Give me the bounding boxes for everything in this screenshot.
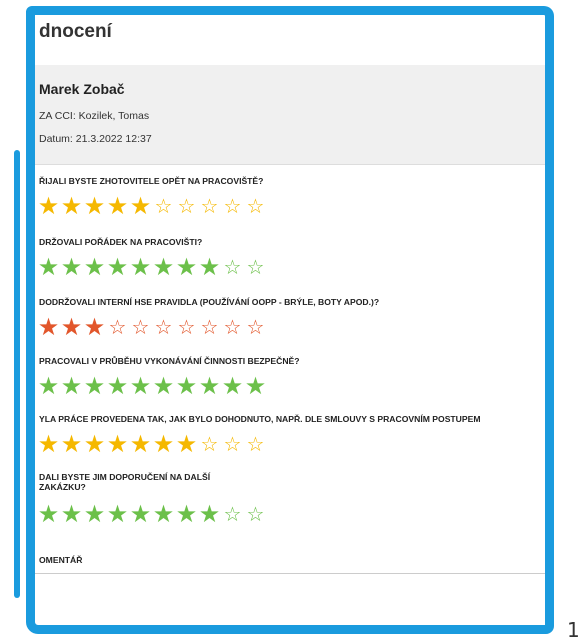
question-5-label: YLA PRÁCE PROVEDENA TAK, JAK BYLO DOHODN… (39, 414, 481, 424)
star-filled-icon[interactable]: ★ (37, 314, 60, 340)
question-2-rating[interactable]: ★ ★ ★ ★ ★ ★ ★ ★ ☆ ☆ (37, 254, 267, 280)
question-3-rating[interactable]: ★ ★ ★ ☆ ☆ ☆ ☆ ☆ ☆ ☆ (37, 314, 267, 340)
star-filled-icon[interactable]: ★ (106, 501, 129, 527)
star-filled-icon[interactable]: ★ (83, 431, 106, 457)
star-filled-icon[interactable]: ★ (221, 373, 244, 399)
star-filled-icon[interactable]: ★ (37, 431, 60, 457)
star-filled-icon[interactable]: ★ (106, 431, 129, 457)
star-filled-icon[interactable]: ★ (129, 193, 152, 219)
star-filled-icon[interactable]: ★ (129, 501, 152, 527)
star-empty-icon[interactable]: ☆ (175, 314, 198, 340)
star-empty-icon[interactable]: ☆ (129, 314, 152, 340)
star-filled-icon[interactable]: ★ (152, 501, 175, 527)
question-2-label: DRŽOVALI POŘÁDEK NA PRACOVIŠTI? (39, 237, 203, 247)
star-filled-icon[interactable]: ★ (129, 431, 152, 457)
star-filled-icon[interactable]: ★ (60, 193, 83, 219)
evaluator-name: Marek Zobač (39, 81, 125, 97)
evaluation-date: Datum: 21.3.2022 12:37 (39, 133, 152, 145)
question-6-label: DALI BYSTE JIM DOPORUČENÍ NA DALŠÍ ZAKÁZ… (39, 472, 211, 492)
question-4-label: PRACOVALI V PRŮBĚHU VYKONÁVÁNÍ ČINNOSTI … (39, 356, 300, 366)
star-filled-icon[interactable]: ★ (152, 431, 175, 457)
star-filled-icon[interactable]: ★ (198, 373, 221, 399)
star-filled-icon[interactable]: ★ (175, 373, 198, 399)
star-empty-icon[interactable]: ☆ (244, 314, 267, 340)
star-filled-icon[interactable]: ★ (198, 254, 221, 280)
star-empty-icon[interactable]: ☆ (175, 193, 198, 219)
star-filled-icon[interactable]: ★ (244, 373, 267, 399)
evaluation-panel: dnocení Marek Zobač ZA CCI: Kozilek, Tom… (26, 6, 554, 634)
star-filled-icon[interactable]: ★ (83, 373, 106, 399)
star-empty-icon[interactable]: ☆ (221, 431, 244, 457)
question-1-rating[interactable]: ★ ★ ★ ★ ★ ☆ ☆ ☆ ☆ ☆ (37, 193, 267, 219)
star-filled-icon[interactable]: ★ (129, 373, 152, 399)
star-filled-icon[interactable]: ★ (83, 501, 106, 527)
star-empty-icon[interactable]: ☆ (244, 254, 267, 280)
star-filled-icon[interactable]: ★ (129, 254, 152, 280)
question-4-rating[interactable]: ★ ★ ★ ★ ★ ★ ★ ★ ★ ★ (37, 373, 267, 399)
star-filled-icon[interactable]: ★ (60, 314, 83, 340)
star-filled-icon[interactable]: ★ (152, 373, 175, 399)
star-empty-icon[interactable]: ☆ (221, 254, 244, 280)
star-filled-icon[interactable]: ★ (60, 501, 83, 527)
star-filled-icon[interactable]: ★ (60, 254, 83, 280)
star-filled-icon[interactable]: ★ (175, 254, 198, 280)
star-empty-icon[interactable]: ☆ (198, 314, 221, 340)
star-empty-icon[interactable]: ☆ (221, 193, 244, 219)
star-filled-icon[interactable]: ★ (60, 431, 83, 457)
star-filled-icon[interactable]: ★ (37, 193, 60, 219)
evaluator-company: ZA CCI: Kozilek, Tomas (39, 110, 150, 122)
star-empty-icon[interactable]: ☆ (106, 314, 129, 340)
question-3-label: DODRŽOVALI INTERNÍ HSE PRAVIDLA (POUŽÍVÁ… (39, 297, 380, 307)
star-empty-icon[interactable]: ☆ (152, 314, 175, 340)
star-filled-icon[interactable]: ★ (60, 373, 83, 399)
evaluator-card: Marek Zobač ZA CCI: Kozilek, Tomas Datum… (35, 65, 545, 165)
star-empty-icon[interactable]: ☆ (152, 193, 175, 219)
question-5-rating[interactable]: ★ ★ ★ ★ ★ ★ ★ ☆ ☆ ☆ (37, 431, 267, 457)
star-filled-icon[interactable]: ★ (37, 373, 60, 399)
star-empty-icon[interactable]: ☆ (244, 193, 267, 219)
star-filled-icon[interactable]: ★ (106, 373, 129, 399)
star-empty-icon[interactable]: ☆ (221, 314, 244, 340)
star-filled-icon[interactable]: ★ (106, 254, 129, 280)
question-6-rating[interactable]: ★ ★ ★ ★ ★ ★ ★ ★ ☆ ☆ (37, 501, 267, 527)
star-filled-icon[interactable]: ★ (198, 501, 221, 527)
star-empty-icon[interactable]: ☆ (198, 431, 221, 457)
comment-divider (35, 573, 545, 574)
star-filled-icon[interactable]: ★ (152, 254, 175, 280)
star-filled-icon[interactable]: ★ (175, 501, 198, 527)
star-filled-icon[interactable]: ★ (37, 501, 60, 527)
star-filled-icon[interactable]: ★ (83, 314, 106, 340)
page-number: 1 (567, 618, 579, 642)
star-filled-icon[interactable]: ★ (83, 254, 106, 280)
star-empty-icon[interactable]: ☆ (221, 501, 244, 527)
star-filled-icon[interactable]: ★ (106, 193, 129, 219)
star-filled-icon[interactable]: ★ (175, 431, 198, 457)
page-title: dnocení (39, 21, 112, 42)
comment-label: OMENTÁŘ (39, 555, 83, 565)
star-empty-icon[interactable]: ☆ (198, 193, 221, 219)
star-empty-icon[interactable]: ☆ (244, 431, 267, 457)
star-filled-icon[interactable]: ★ (83, 193, 106, 219)
star-empty-icon[interactable]: ☆ (244, 501, 267, 527)
left-margin-line (14, 150, 20, 598)
question-1-label: ŘIJALI BYSTE ZHOTOVITELE OPĚT NA PRACOVI… (39, 176, 264, 186)
star-filled-icon[interactable]: ★ (37, 254, 60, 280)
